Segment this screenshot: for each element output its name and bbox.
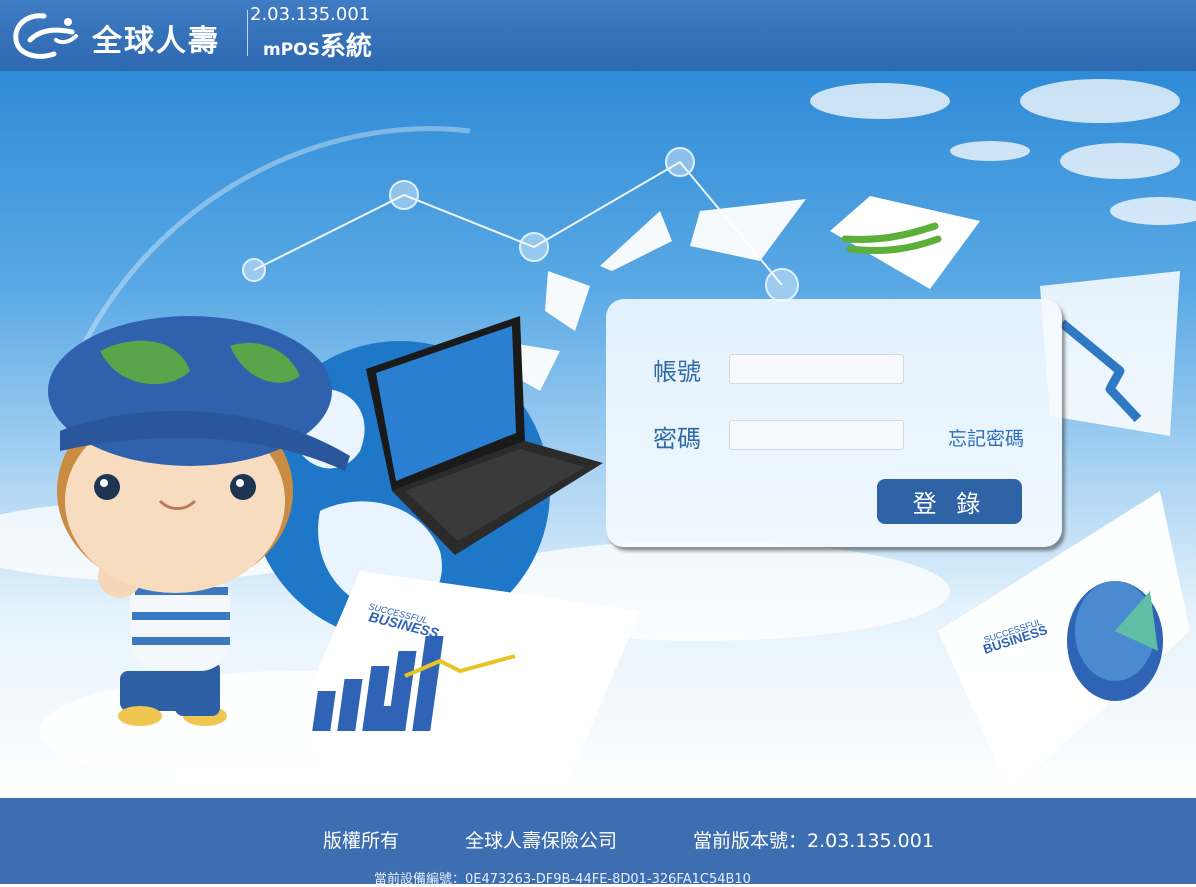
footer-company: 全球人壽保險公司 (465, 830, 618, 852)
login-button[interactable]: 登 錄 (877, 479, 1022, 524)
app-header: 全球人壽 2.03.135.001 mPOS系統 (0, 0, 1196, 71)
company-logo-text: 全球人壽 (92, 24, 220, 59)
account-input[interactable] (729, 354, 904, 384)
footer-copyright: 版權所有 (323, 830, 400, 852)
app-name-prefix: mPOS (263, 40, 320, 60)
forgot-password-link[interactable]: 忘記密碼 (948, 424, 1024, 451)
footer-device-id: 當前設備編號：0E473263-DF9B-44FE-8D01-326FA1C54… (374, 872, 751, 887)
account-label: 帳號 (653, 358, 701, 386)
header-divider (247, 10, 248, 56)
app-name: mPOS系統 (263, 26, 372, 63)
app-version: 2.03.135.001 (250, 4, 371, 25)
login-panel: 帳號 密碼 忘記密碼 登 錄 (606, 299, 1062, 547)
password-label: 密碼 (653, 425, 701, 453)
company-logo-icon (13, 13, 78, 59)
app-name-suffix: 系統 (319, 32, 372, 62)
app-footer: 版權所有 全球人壽保險公司 當前版本號：2.03.135.001 當前設備編號：… (0, 798, 1196, 887)
password-input[interactable] (729, 420, 904, 450)
footer-version: 當前版本號：2.03.135.001 (693, 830, 934, 852)
